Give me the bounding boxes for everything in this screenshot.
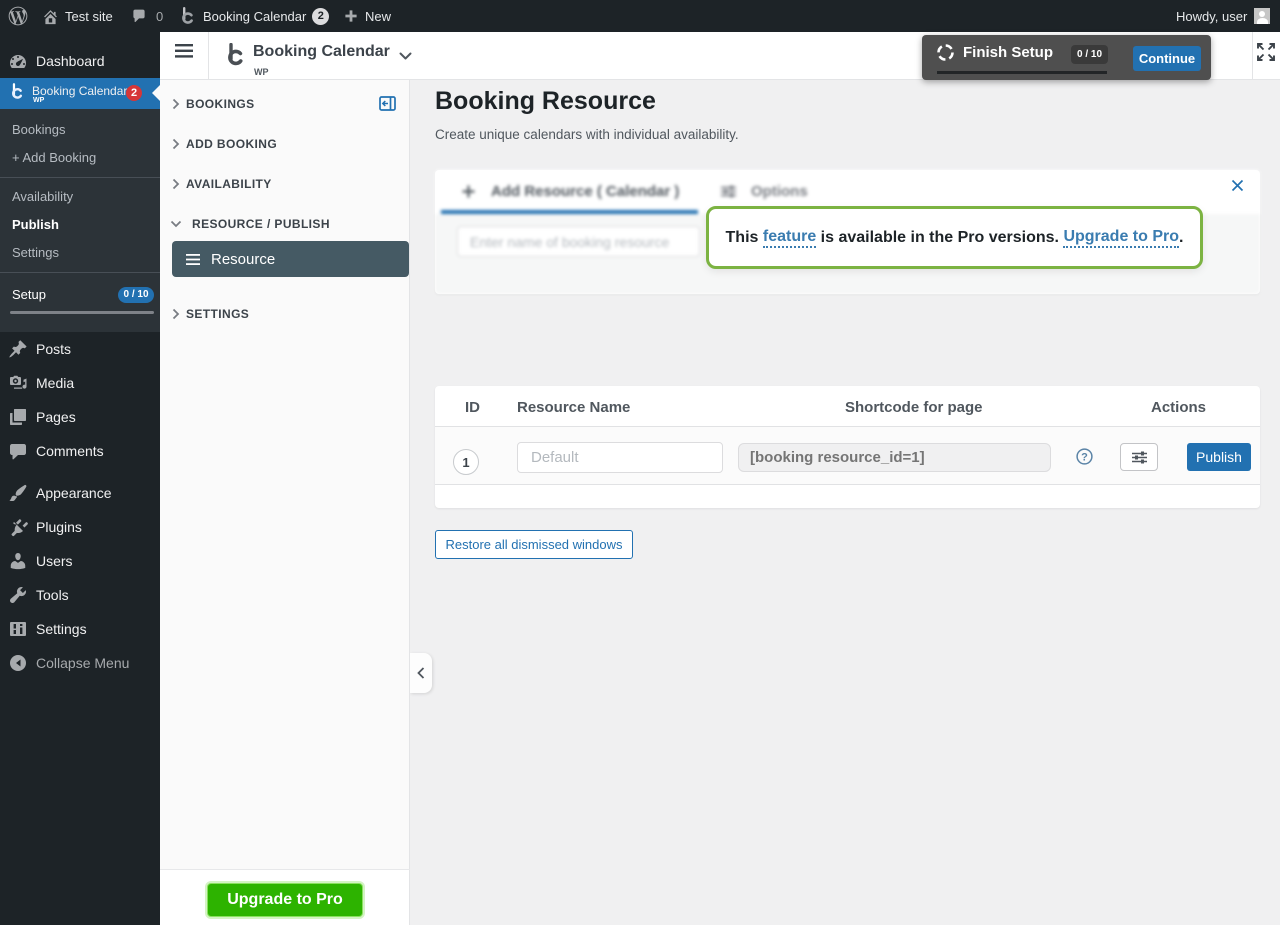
svg-text:?: ? [1081, 451, 1088, 463]
